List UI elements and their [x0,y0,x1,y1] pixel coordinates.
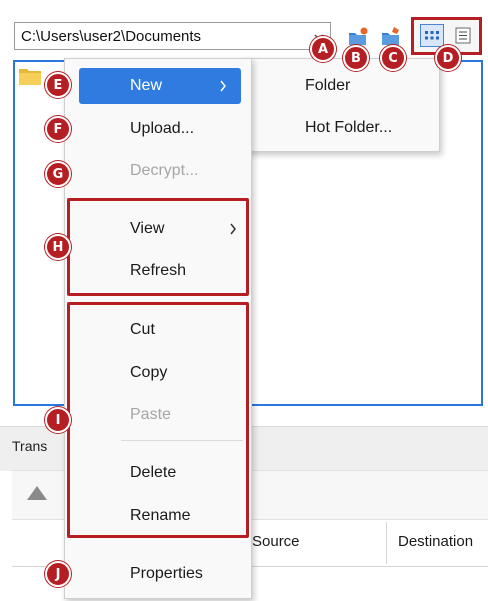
menu-item-decrypt[interactable]: Decrypt... [65,153,251,189]
submenu-item-hot-folder[interactable]: Hot Folder... [241,110,439,146]
callout-badge-i: I [45,407,71,433]
callout-badge-d: D [435,45,461,71]
menu-item-label: Upload... [130,120,195,137]
column-header-destination[interactable]: Destination [398,533,473,550]
menu-item-upload[interactable]: Upload... [65,111,251,147]
list-view-icon [455,27,471,44]
path-dropdown[interactable]: C:\Users\user2\Documents [14,22,331,50]
callout-badge-f: F [45,116,71,142]
icon-view-button[interactable] [420,24,444,47]
column-header-source[interactable]: Source [252,533,300,550]
menu-item-label: New [130,77,163,94]
submenu-item-label: Hot Folder... [305,119,393,136]
column-divider[interactable] [386,522,387,564]
callout-badge-e: E [45,72,71,98]
callout-badge-j: J [45,561,71,587]
menu-item-properties[interactable]: Properties [65,556,251,592]
new-submenu: Folder Hot Folder... [240,58,440,152]
chevron-right-icon [220,80,226,92]
menu-item-label: Properties [130,565,203,582]
list-view-button[interactable] [451,24,475,47]
callout-badge-g: G [45,161,71,187]
callout-badge-b: B [343,45,369,71]
folder-icon[interactable] [18,66,42,86]
submenu-item-folder[interactable]: Folder [241,68,439,104]
transfers-tab[interactable]: Trans [12,438,47,454]
up-arrow-icon[interactable] [26,485,48,501]
callout-box-view-refresh [67,198,249,296]
menu-item-new[interactable]: New [79,68,241,104]
path-value: C:\Users\user2\Documents [21,28,202,45]
menu-item-label: Decrypt... [130,162,199,179]
callout-badge-c: C [380,45,406,71]
callout-badge-a: A [310,36,336,62]
callout-box-edit-items [67,302,249,538]
submenu-item-label: Folder [305,77,351,94]
callout-badge-h: H [45,234,71,260]
icon-view-icon [425,31,439,40]
